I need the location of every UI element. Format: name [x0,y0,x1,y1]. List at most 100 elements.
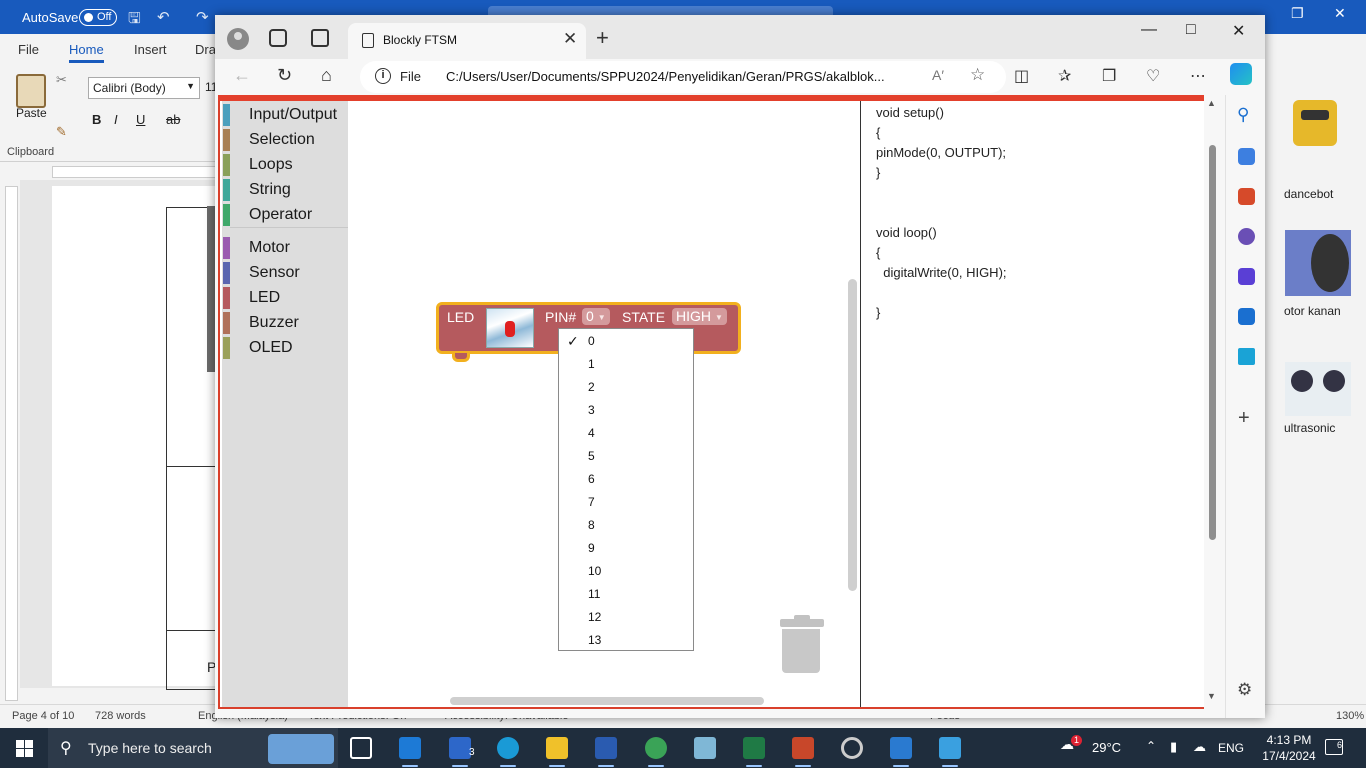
pin-option-10[interactable]: 10 [559,559,693,582]
performance-icon[interactable]: ♡ [1146,66,1160,86]
word-count[interactable]: 728 words [95,710,146,722]
powerpoint-icon[interactable] [792,737,814,767]
blockly-workspace[interactable]: LED PIN# 0 ▼ STATE HIGH ▼ ✓ 0 1 2 3 4 5 6 7 8 9 10 11 1… [348,101,860,707]
generated-code-pane[interactable]: void setup() {pinMode(0, OUTPUT);} void lo… [860,101,1204,707]
autosave-toggle[interactable]: Off [79,9,117,26]
redo-icon[interactable]: ↷ [196,8,209,26]
profile-icon[interactable] [227,28,249,50]
workspace-vertical-scrollbar[interactable] [848,279,857,591]
taskbar-search[interactable]: ⚲ Type here to search [48,728,338,768]
zoom-level[interactable]: 130% [1336,710,1364,722]
microsoft-365-icon[interactable] [1238,268,1255,285]
search-icon[interactable]: ⚲ [1237,105,1249,125]
file-explorer-icon[interactable] [546,737,568,767]
tab-insert[interactable]: Insert [134,42,167,57]
task-view-icon[interactable] [350,737,372,759]
more-menu-icon[interactable]: ⋯ [1190,66,1206,86]
video-app-icon[interactable] [890,737,912,767]
word-restore-icon[interactable]: ❐ [1291,5,1304,22]
word-close-icon[interactable]: ✕ [1334,5,1346,22]
clock-time[interactable]: 4:13 PM [1263,733,1315,747]
bold-button[interactable]: B [92,112,114,127]
notifications-icon[interactable]: 6 [1325,739,1343,755]
input-language[interactable]: ENG [1218,741,1244,755]
scroll-thumb[interactable] [1209,145,1216,540]
tab-file[interactable]: File [18,42,39,57]
pin-option-11[interactable]: 11 [559,582,693,605]
pin-option-4[interactable]: 4 [559,421,693,444]
trash-icon[interactable] [780,615,824,675]
pin-option-0[interactable]: ✓ 0 [559,329,693,352]
scroll-up-icon[interactable]: ▲ [1207,98,1216,108]
font-name-select[interactable]: Calibri (Body) ▼ [88,77,200,99]
app-icon[interactable] [694,737,716,759]
italic-button[interactable]: I [114,112,136,127]
pin-option-7[interactable]: 7 [559,490,693,513]
battery-icon[interactable]: ▮ [1170,739,1177,755]
favorites-icon[interactable]: ✰ [1058,66,1071,86]
pin-option-3[interactable]: 3 [559,398,693,421]
format-painter-icon[interactable]: ✎ [56,124,67,140]
ultrasonic-image[interactable] [1285,362,1351,416]
paste-icon[interactable] [16,74,46,108]
pin-dropdown[interactable]: 0 ▼ [582,308,610,325]
back-icon[interactable]: ← [233,65,251,86]
copilot-icon[interactable] [1230,63,1252,85]
scroll-down-icon[interactable]: ▼ [1207,691,1216,701]
settings-gear-icon[interactable]: ⚙ [1237,680,1252,700]
app-circle-icon[interactable] [841,737,863,759]
tab-home[interactable]: Home [69,42,104,63]
save-icon[interactable]: 🖫 [128,8,141,33]
chevron-up-icon[interactable]: ⌃ [1146,739,1156,753]
edge-icon[interactable] [497,737,519,767]
word-icon[interactable] [595,737,617,767]
maximize-icon[interactable]: □ [1186,21,1196,39]
workspaces-icon[interactable] [269,29,287,47]
games-icon[interactable] [1238,228,1255,245]
split-screen-icon[interactable]: ◫ [1014,66,1029,86]
document-page[interactable]: P [52,186,226,690]
underline-button[interactable]: U [136,112,158,127]
page-count[interactable]: Page 4 of 10 [12,710,74,722]
excel-icon[interactable] [743,737,765,767]
home-icon[interactable]: ⌂ [321,65,332,86]
outlook-icon[interactable] [1238,308,1255,325]
shopping-icon[interactable] [1238,148,1255,165]
send-icon[interactable] [1238,348,1255,365]
pin-option-13[interactable]: 13 [559,628,693,651]
pin-option-9[interactable]: 9 [559,536,693,559]
tab-close-icon[interactable]: ✕ [563,29,577,49]
workspace-horizontal-scrollbar[interactable] [450,697,764,705]
add-sidebar-icon[interactable]: + [1238,407,1250,430]
favorite-star-icon[interactable]: ☆ [970,65,985,85]
paste-label[interactable]: Paste [16,106,47,120]
close-window-icon[interactable]: ✕ [1232,21,1245,41]
pin-option-2[interactable]: 2 [559,375,693,398]
pin-option-8[interactable]: 8 [559,513,693,536]
network-icon[interactable]: ☁ [1193,739,1206,755]
tab-draw[interactable]: Dra [195,42,216,57]
photos-icon[interactable] [939,737,961,767]
dancebot-image[interactable] [1285,92,1351,158]
pin-option-5[interactable]: 5 [559,444,693,467]
collections-icon[interactable]: ❐ [1102,66,1116,86]
refresh-icon[interactable]: ↻ [277,65,292,86]
page-scrollbar[interactable]: ▲ ▼ [1204,95,1221,709]
state-dropdown[interactable]: HIGH ▼ [672,308,727,325]
new-tab-icon[interactable]: + [596,25,609,51]
fs-app-icon[interactable] [399,737,421,767]
pin-option-1[interactable]: 1 [559,352,693,375]
clock-date[interactable]: 17/4/2024 [1262,749,1316,763]
strikethrough-button[interactable]: ab [166,112,188,127]
undo-icon[interactable]: ↶ [157,8,170,26]
temperature[interactable]: 29°C [1092,740,1121,755]
browser-tab-active[interactable]: Blockly FTSM ✕ [348,23,586,59]
info-icon[interactable]: i [375,68,391,84]
read-aloud-icon[interactable]: A′ [932,67,944,83]
minimize-icon[interactable]: — [1141,21,1157,39]
motor-image[interactable] [1285,230,1351,296]
pin-option-6[interactable]: 6 [559,467,693,490]
chrome-icon[interactable] [645,737,667,767]
pin-option-12[interactable]: 12 [559,605,693,628]
tools-icon[interactable] [1238,188,1255,205]
